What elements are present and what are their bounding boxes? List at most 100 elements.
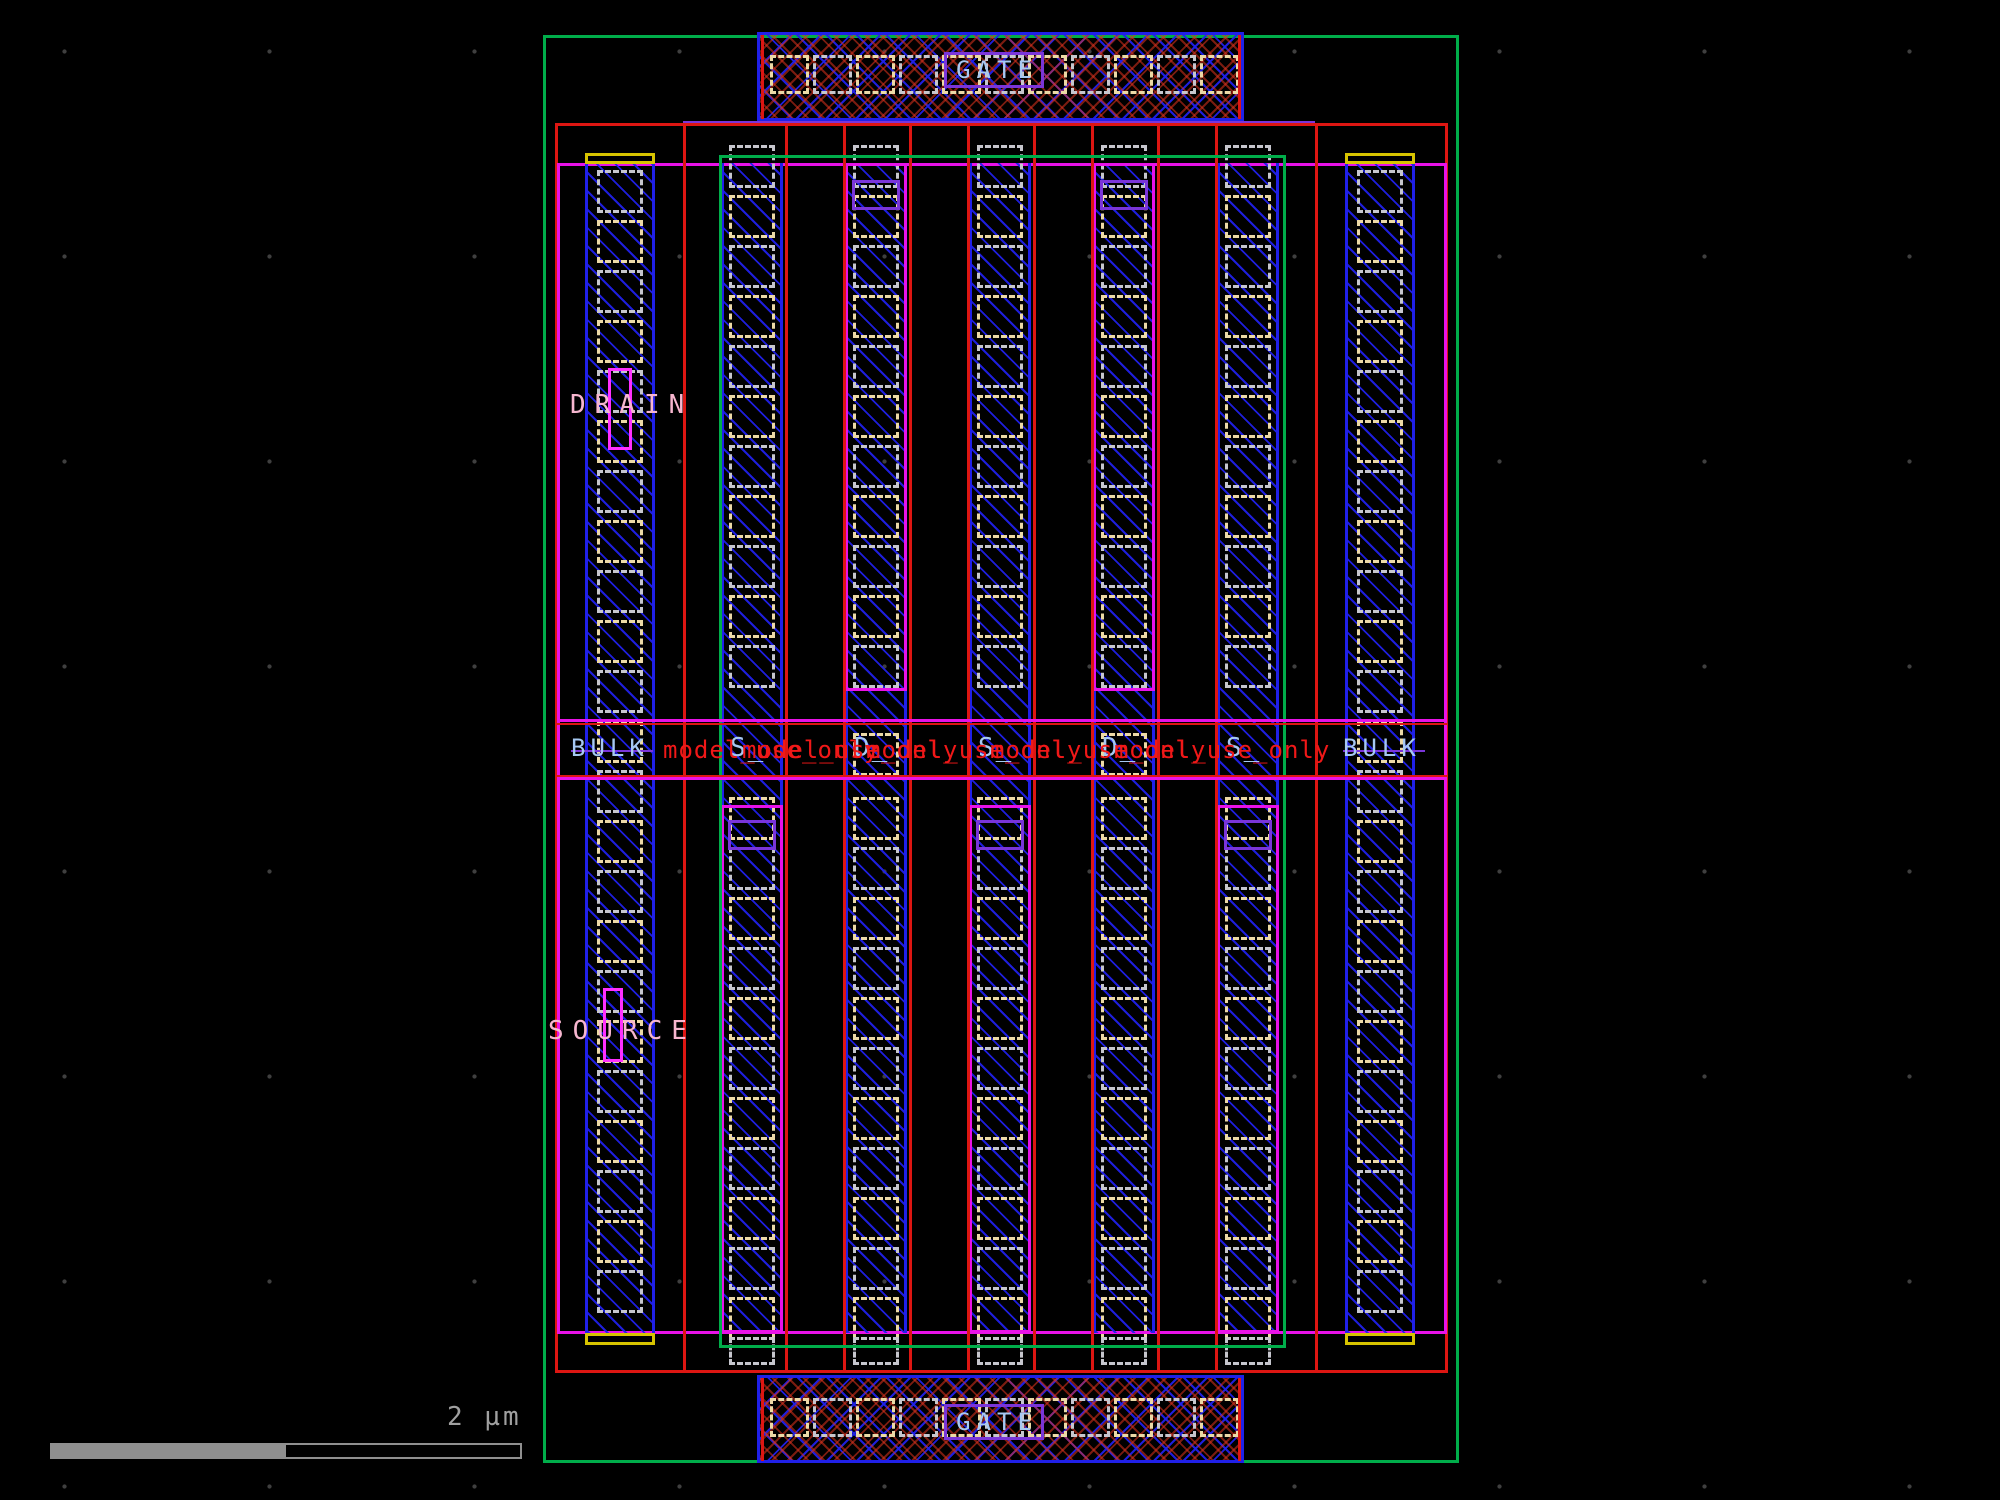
contact-via	[977, 395, 1023, 438]
contact-via	[1357, 470, 1403, 513]
contact-via	[1101, 1147, 1147, 1190]
contact-via	[597, 1170, 643, 1213]
contact-via	[1357, 870, 1403, 913]
active-edge-line	[719, 1345, 1286, 1348]
contact-via	[1101, 1097, 1147, 1140]
contact-via	[1357, 820, 1403, 863]
poly-edge-line	[761, 35, 764, 119]
contact-via	[1101, 947, 1147, 990]
contact-via	[977, 595, 1023, 638]
gate-pin-label-top: GATE	[944, 52, 1044, 88]
contact-via	[977, 495, 1023, 538]
source-pin-box	[1224, 820, 1272, 850]
contact-via	[1225, 545, 1271, 588]
band-well-line	[557, 723, 1447, 725]
contact-via	[1101, 797, 1147, 840]
contact-via	[729, 645, 775, 688]
band-implant-line	[557, 719, 1447, 722]
gate-contact-via	[1200, 55, 1239, 94]
contact-via	[597, 570, 643, 613]
contact-via	[1357, 420, 1403, 463]
contact-via	[853, 897, 899, 940]
metal2-pin-rect	[721, 805, 783, 1333]
contact-via	[853, 1047, 899, 1090]
metal2-pin-rect	[1217, 805, 1279, 1333]
contact-via	[1357, 920, 1403, 963]
gate-contact-via	[899, 55, 938, 94]
gate-contact-via	[770, 55, 809, 94]
gate-contact-via	[813, 1398, 852, 1437]
contact-via	[1225, 395, 1271, 438]
bulk-left-label: BULK	[571, 736, 649, 760]
contact-via	[1225, 245, 1271, 288]
source-pin-box	[728, 820, 776, 850]
contact-via	[977, 195, 1023, 238]
poly-route-line	[683, 121, 1315, 123]
contact-via	[977, 1337, 1023, 1365]
scale-bar	[50, 1443, 522, 1459]
contact-via	[853, 997, 899, 1040]
contact-via	[729, 445, 775, 488]
contact-via	[853, 1147, 899, 1190]
contact-via	[853, 947, 899, 990]
contact-via	[729, 595, 775, 638]
gate-contact-via	[1114, 55, 1153, 94]
gate-contact-via	[1114, 1398, 1153, 1437]
gate-contact-via	[1157, 1398, 1196, 1437]
contact-via	[1357, 620, 1403, 663]
bulk-right-label: BULK	[1343, 736, 1421, 760]
contact-via	[977, 645, 1023, 688]
contact-via	[1225, 595, 1271, 638]
contact-via	[977, 295, 1023, 338]
contact-via	[1357, 1220, 1403, 1263]
contact-via	[597, 1220, 643, 1263]
contact-via	[1225, 145, 1271, 188]
contact-via	[1357, 670, 1403, 713]
contact-via	[1101, 997, 1147, 1040]
gate-label-top-text: GATE	[950, 56, 1038, 84]
contact-via	[1357, 1070, 1403, 1113]
contact-via	[1357, 570, 1403, 613]
contact-via	[597, 1270, 643, 1313]
drain-pin-box	[1100, 180, 1148, 210]
metal2-pin-rect	[845, 163, 907, 691]
contact-via	[597, 470, 643, 513]
contact-via	[729, 1337, 775, 1365]
layout-canvas[interactable]: GATE GATE DRAIN SOURCE BULK BULK S_D_S_D…	[0, 0, 2000, 1500]
contact-via	[853, 1097, 899, 1140]
contact-via	[977, 445, 1023, 488]
bulk-cap-rect	[585, 153, 655, 164]
contact-via	[597, 620, 643, 663]
contact-via	[1357, 970, 1403, 1013]
band-implant-line	[557, 777, 1447, 780]
contact-via	[853, 1297, 899, 1340]
contact-via	[597, 320, 643, 363]
source-pin-box	[976, 820, 1024, 850]
contact-via	[1101, 1247, 1147, 1290]
gate-contact-via	[899, 1398, 938, 1437]
drain-label: DRAIN	[570, 392, 693, 418]
contact-via	[1225, 445, 1271, 488]
contact-via	[853, 797, 899, 840]
contact-via	[1225, 495, 1271, 538]
contact-via	[1357, 170, 1403, 213]
contact-via	[1357, 370, 1403, 413]
band-well-line	[557, 775, 1447, 777]
contact-via	[977, 545, 1023, 588]
contact-via	[597, 220, 643, 263]
poly-edge-line	[1238, 35, 1241, 119]
contact-via	[729, 245, 775, 288]
contact-via	[1101, 847, 1147, 890]
contact-via	[1225, 195, 1271, 238]
contact-via	[1101, 897, 1147, 940]
bulk-cap-rect	[1345, 1333, 1415, 1345]
contact-via	[1357, 1120, 1403, 1163]
contact-via	[597, 820, 643, 863]
contact-via	[729, 495, 775, 538]
contact-via	[1357, 1020, 1403, 1063]
gate-contact-via	[1071, 1398, 1110, 1437]
gate-pin-label-bottom: GATE	[944, 1404, 1044, 1440]
contact-via	[597, 520, 643, 563]
contact-via	[1101, 1297, 1147, 1340]
gate-contact-via	[770, 1398, 809, 1437]
